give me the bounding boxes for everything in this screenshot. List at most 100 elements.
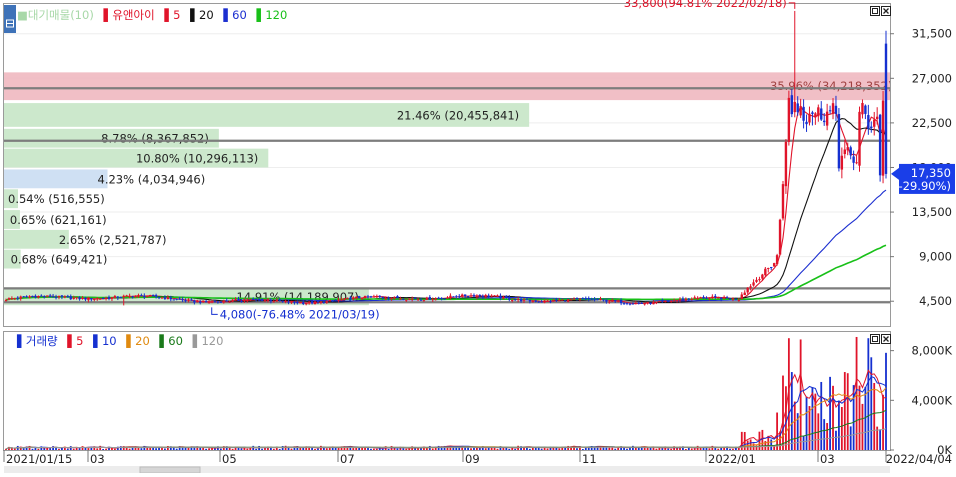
- candle[interactable]: [402, 299, 405, 301]
- volume-bar[interactable]: [405, 448, 408, 450]
- candle[interactable]: [366, 296, 370, 298]
- candle[interactable]: [708, 297, 711, 299]
- candle[interactable]: [752, 282, 755, 286]
- volume-bar[interactable]: [508, 448, 511, 450]
- candle[interactable]: [619, 300, 623, 304]
- candle[interactable]: [340, 299, 343, 301]
- candle[interactable]: [811, 112, 814, 114]
- candle[interactable]: [310, 301, 314, 304]
- candle[interactable]: [696, 297, 699, 299]
- candle[interactable]: [290, 301, 293, 303]
- candle[interactable]: [216, 301, 220, 303]
- volume-bar[interactable]: [555, 447, 558, 450]
- candle[interactable]: [199, 301, 202, 303]
- candle[interactable]: [172, 299, 175, 301]
- volume-bar[interactable]: [655, 448, 658, 450]
- candle[interactable]: [349, 297, 352, 300]
- volume-bar[interactable]: [581, 449, 584, 450]
- legend-item-ma60[interactable]: 60: [232, 8, 247, 22]
- candle[interactable]: [652, 301, 655, 305]
- volume-bar[interactable]: [325, 448, 328, 450]
- candle[interactable]: [572, 298, 576, 300]
- candle[interactable]: [693, 297, 696, 299]
- volume-bar[interactable]: [879, 429, 882, 450]
- candle[interactable]: [864, 105, 867, 114]
- candle[interactable]: [193, 300, 196, 303]
- volume-bar[interactable]: [58, 448, 60, 450]
- candle[interactable]: [252, 298, 255, 300]
- candle[interactable]: [363, 295, 367, 299]
- candle[interactable]: [43, 296, 46, 298]
- candle[interactable]: [661, 300, 664, 302]
- candle[interactable]: [643, 303, 646, 305]
- candle[interactable]: [149, 295, 152, 297]
- candle[interactable]: [278, 299, 281, 301]
- candle[interactable]: [28, 296, 31, 298]
- candle[interactable]: [355, 296, 358, 298]
- volume-bar[interactable]: [558, 448, 561, 450]
- candle[interactable]: [831, 103, 835, 114]
- candle[interactable]: [360, 298, 364, 300]
- legend-item-ma5[interactable]: 5: [173, 8, 180, 22]
- candle[interactable]: [569, 299, 573, 301]
- volume-bar[interactable]: [670, 448, 673, 450]
- volume-bar[interactable]: [431, 448, 434, 450]
- candle[interactable]: [681, 298, 685, 300]
- volume-bar[interactable]: [805, 396, 808, 450]
- candle[interactable]: [449, 295, 452, 298]
- candle[interactable]: [399, 298, 402, 300]
- candle[interactable]: [640, 302, 643, 304]
- candle[interactable]: [343, 298, 346, 300]
- candle[interactable]: [625, 302, 629, 304]
- candle[interactable]: [107, 297, 111, 299]
- candle[interactable]: [143, 295, 146, 298]
- candle[interactable]: [134, 295, 137, 297]
- candle[interactable]: [37, 295, 40, 298]
- candle[interactable]: [808, 113, 811, 123]
- candle[interactable]: [131, 296, 134, 298]
- candle[interactable]: [746, 287, 749, 293]
- volume-panel[interactable]: [3, 331, 891, 451]
- volume-close-button[interactable]: [881, 334, 891, 344]
- candle[interactable]: [578, 298, 582, 300]
- candle[interactable]: [737, 299, 741, 301]
- candle[interactable]: [602, 299, 605, 301]
- candle[interactable]: [561, 299, 564, 301]
- volume-bar[interactable]: [540, 448, 543, 450]
- volume-bar[interactable]: [146, 447, 149, 450]
- candle[interactable]: [711, 296, 714, 298]
- volume-bar[interactable]: [484, 448, 487, 450]
- candle[interactable]: [764, 268, 767, 276]
- candle[interactable]: [793, 101, 796, 113]
- volume-bar[interactable]: [205, 448, 208, 450]
- candle[interactable]: [204, 301, 208, 303]
- candle[interactable]: [655, 301, 658, 303]
- candle[interactable]: [649, 302, 652, 304]
- candle[interactable]: [587, 298, 590, 300]
- candle[interactable]: [72, 297, 75, 299]
- candle[interactable]: [275, 299, 278, 302]
- volume-bar[interactable]: [87, 448, 90, 450]
- candle[interactable]: [743, 292, 746, 296]
- candle[interactable]: [34, 295, 37, 298]
- volume-bar[interactable]: [476, 447, 478, 450]
- candle[interactable]: [157, 297, 161, 299]
- volume-bar[interactable]: [164, 448, 166, 450]
- volume-bar[interactable]: [838, 400, 840, 450]
- candle[interactable]: [201, 300, 205, 303]
- volume-bar[interactable]: [240, 448, 243, 450]
- candle[interactable]: [537, 301, 540, 303]
- volume-bar[interactable]: [166, 446, 169, 450]
- candle[interactable]: [337, 299, 340, 301]
- candle[interactable]: [675, 300, 679, 302]
- volume-bar[interactable]: [387, 448, 390, 450]
- candle[interactable]: [269, 300, 273, 302]
- volume-bar[interactable]: [72, 448, 75, 450]
- volume-bar[interactable]: [99, 445, 102, 450]
- volume-bar[interactable]: [272, 448, 275, 450]
- candle[interactable]: [843, 149, 846, 155]
- candle[interactable]: [187, 299, 190, 301]
- candle[interactable]: [475, 295, 479, 298]
- candle[interactable]: [846, 147, 849, 151]
- candle[interactable]: [575, 297, 579, 299]
